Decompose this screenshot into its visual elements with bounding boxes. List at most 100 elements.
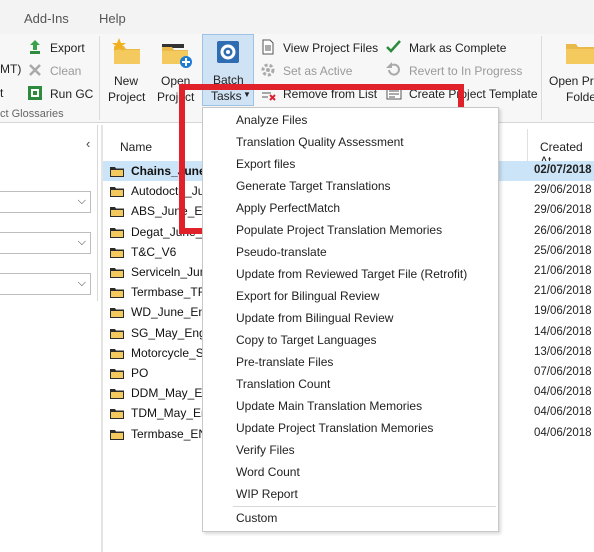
filter-pane: ‹ ⌵ ⌵ ⌵ bbox=[0, 125, 98, 301]
menu-item-label: Custom bbox=[236, 511, 278, 525]
mark-as-complete-button[interactable]: Mark as Complete bbox=[384, 38, 534, 58]
view-project-files-button[interactable]: View Project Files bbox=[258, 38, 380, 58]
run-gc-button[interactable]: Run GC bbox=[25, 84, 95, 104]
document-icon bbox=[262, 39, 274, 55]
open-folder-label-2: Folde bbox=[566, 90, 594, 104]
menu-item[interactable]: Pre-translate Files bbox=[204, 351, 497, 373]
menu-item[interactable]: Copy to Target Languages bbox=[204, 329, 497, 351]
created-date: 04/06/2018 1 bbox=[534, 386, 594, 399]
menu-item[interactable]: WIP Report bbox=[204, 483, 497, 505]
menu-item-label: Analyze Files bbox=[236, 113, 308, 127]
menu-help[interactable]: Help bbox=[99, 11, 126, 26]
project-name: DDM_May_En bbox=[131, 386, 210, 401]
menu-item[interactable]: Generate Target Translations bbox=[204, 175, 497, 197]
set-as-active-button[interactable]: Set as Active bbox=[258, 61, 380, 81]
chevron-down-icon: ⌵ bbox=[77, 277, 86, 289]
menu-item-label: Export files bbox=[236, 157, 296, 171]
set-as-active-label: Set as Active bbox=[283, 64, 353, 78]
new-project-label-1: New bbox=[114, 74, 139, 88]
created-date: 25/06/2018 1 bbox=[534, 244, 594, 257]
column-header-name[interactable]: Name bbox=[120, 140, 152, 154]
created-date: 21/06/2018 1 bbox=[534, 265, 594, 277]
filter-combo-1[interactable]: ⌵ bbox=[0, 191, 91, 213]
folder-icon bbox=[110, 227, 124, 238]
menu-item-label: Generate Target Translations bbox=[236, 179, 391, 193]
menu-item[interactable]: Export files bbox=[204, 153, 497, 175]
created-date: 29/06/2018 1 bbox=[534, 204, 594, 217]
menu-item-label: Pseudo-translate bbox=[236, 245, 327, 259]
project-name: Serviceln_Jun bbox=[131, 265, 207, 279]
filter-combo-3[interactable]: ⌵ bbox=[0, 273, 91, 295]
project-name: WD_June_Eng bbox=[131, 305, 212, 320]
menu-item-label: Update from Bilingual Review bbox=[236, 311, 394, 325]
gear-icon bbox=[261, 63, 275, 77]
folder-icon bbox=[110, 167, 124, 177]
menu-item-label: Update Main Translation Memories bbox=[236, 399, 423, 413]
clean-icon bbox=[29, 64, 41, 76]
menu-item[interactable]: Analyze Files bbox=[204, 109, 497, 131]
filter-combo-2[interactable]: ⌵ bbox=[0, 232, 91, 254]
menu-item-label: Copy to Target Languages bbox=[236, 333, 377, 347]
folder-icon bbox=[110, 187, 124, 198]
batch-tasks-icon bbox=[217, 41, 239, 63]
menu-item-label: Populate Project Translation Memories bbox=[236, 223, 443, 237]
project-name: Termbase_TR bbox=[131, 285, 207, 300]
project-name: Termbase_EN bbox=[131, 426, 208, 441]
ribbon-cut-label-top: MT) bbox=[0, 62, 22, 76]
glossaries-group-label: ct Glossaries bbox=[0, 108, 64, 120]
menu-item-label: Export for Bilingual Review bbox=[236, 289, 380, 303]
folder-icon bbox=[110, 348, 124, 359]
menu-item[interactable]: Update Main Translation Memories bbox=[204, 395, 497, 417]
folder-icon bbox=[110, 409, 124, 420]
menu-item[interactable]: Translation Count bbox=[204, 373, 497, 395]
menu-item[interactable]: Translation Quality Assessment bbox=[204, 131, 497, 153]
created-date: 29/06/2018 1 bbox=[534, 184, 594, 197]
menu-item[interactable]: Update from Reviewed Target File (Retrof… bbox=[204, 263, 497, 285]
menu-item-label: Translation Count bbox=[236, 377, 331, 391]
batch-tasks-menu-items: Analyze Files Translation Quality Assessm… bbox=[203, 108, 498, 531]
run-gc-label: Run GC bbox=[50, 87, 94, 101]
folder-icon bbox=[110, 207, 124, 218]
menu-item-custom[interactable]: Custom bbox=[204, 507, 497, 529]
menu-item-label: Pre-translate Files bbox=[236, 355, 334, 369]
mark-as-complete-label: Mark as Complete bbox=[409, 41, 507, 55]
export-icon bbox=[30, 40, 40, 54]
menu-item[interactable]: Verify Files bbox=[204, 439, 497, 461]
created-date: 04/06/2018 1 bbox=[534, 406, 594, 419]
view-project-files-label: View Project Files bbox=[283, 41, 379, 55]
menu-item[interactable]: Apply PerfectMatch bbox=[204, 197, 497, 219]
ribbon-separator bbox=[541, 36, 542, 120]
clean-button[interactable]: Clean bbox=[25, 61, 95, 81]
chevron-down-icon: ⌵ bbox=[77, 236, 86, 248]
project-name: TDM_May_En bbox=[131, 406, 208, 421]
created-date: 13/06/2018 1 bbox=[534, 345, 594, 358]
project-name: T&C_V6 bbox=[131, 244, 177, 259]
menu-add-ins[interactable]: Add-Ins bbox=[24, 11, 69, 26]
menu-item-label: Update from Reviewed Target File (Retrof… bbox=[236, 267, 468, 281]
menu-item[interactable]: Export for Bilingual Review bbox=[204, 285, 497, 307]
open-project-folder-button[interactable]: Open Pro Folde bbox=[546, 36, 594, 104]
project-name: Motorcycle_S bbox=[131, 345, 204, 360]
chevron-down-icon: ⌵ bbox=[77, 195, 86, 207]
menu-item[interactable]: Word Count bbox=[204, 461, 497, 483]
menu-item[interactable]: Populate Project Translation Memories bbox=[204, 219, 497, 241]
menu-item[interactable]: Pseudo-translate bbox=[204, 241, 497, 263]
menu-item-label: Update Project Translation Memories bbox=[236, 421, 434, 435]
export-button[interactable]: Export bbox=[25, 38, 95, 58]
checklist-icon bbox=[386, 40, 401, 53]
project-name: PO bbox=[131, 366, 149, 380]
menu-item-label: Translation Quality Assessment bbox=[236, 135, 404, 149]
folder-icon bbox=[110, 247, 124, 258]
collapse-chevron-icon[interactable]: ‹ bbox=[86, 136, 90, 151]
created-date: 19/06/2018 0 bbox=[534, 305, 594, 318]
created-date: 26/06/2018 1 bbox=[534, 224, 594, 237]
menu-item[interactable]: Update Project Translation Memories bbox=[204, 417, 497, 439]
revert-to-in-progress-button[interactable]: Revert to In Progress bbox=[384, 61, 534, 81]
created-date: 02/07/2018 bbox=[534, 164, 592, 176]
new-project-button[interactable]: New Project bbox=[104, 36, 148, 104]
ribbon-separator bbox=[99, 36, 100, 120]
open-project-icon bbox=[162, 44, 192, 68]
menu-item-label: Apply PerfectMatch bbox=[236, 201, 341, 215]
menu-item-label: Verify Files bbox=[236, 443, 295, 457]
menu-item[interactable]: Update from Bilingual Review bbox=[204, 307, 497, 329]
